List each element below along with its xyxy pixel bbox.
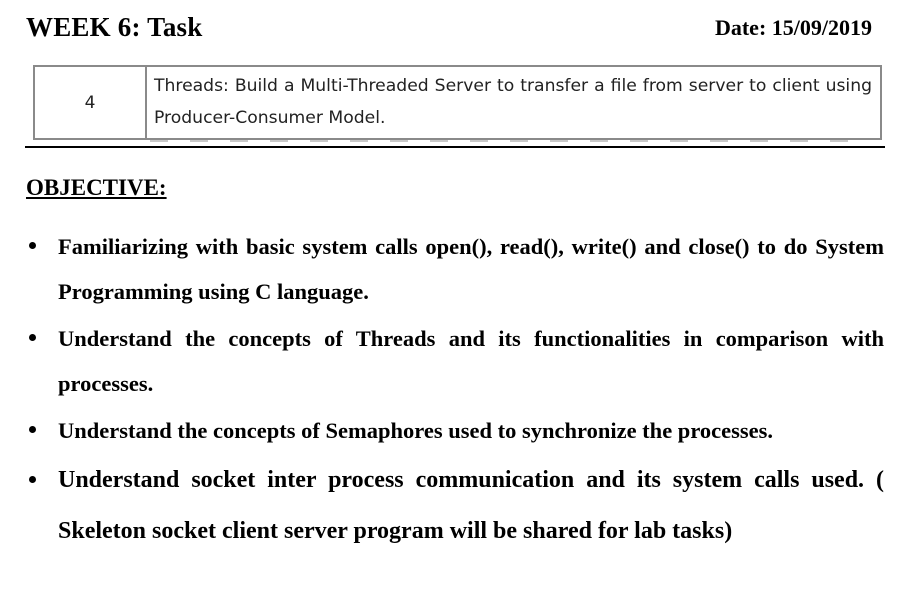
task-description-cell: Threads: Build a Multi-Threaded Server t… — [145, 65, 882, 140]
horizontal-divider — [25, 146, 885, 148]
list-item-text: Understand the concepts of Semaphores us… — [58, 418, 774, 443]
objective-list: Familiarizing with basic system calls op… — [24, 224, 884, 557]
list-item: Understand socket inter process communic… — [24, 455, 884, 557]
list-item: Understand the concepts of Threads and i… — [24, 316, 884, 406]
list-item: Understand the concepts of Semaphores us… — [24, 408, 884, 453]
table-row: 4 Threads: Build a Multi-Threaded Server… — [33, 65, 882, 140]
list-item-text: Understand socket inter process communic… — [58, 467, 884, 544]
date-label: Date: 15/09/2019 — [714, 15, 872, 40]
bullet-icon — [29, 476, 36, 483]
bullet-icon — [29, 242, 36, 249]
bullet-icon — [29, 334, 36, 341]
task-table: 4 Threads: Build a Multi-Threaded Server… — [33, 65, 882, 140]
task-number-cell: 4 — [33, 65, 147, 140]
page-title: WEEK 6: Task — [26, 12, 203, 42]
cropped-row-fragment — [150, 140, 860, 142]
list-item: Familiarizing with basic system calls op… — [24, 224, 884, 314]
bullet-icon — [29, 426, 36, 433]
list-item-text: Understand the concepts of Threads and i… — [58, 326, 884, 396]
list-item-text: Familiarizing with basic system calls op… — [58, 234, 884, 304]
objective-heading: OBJECTIVE: — [26, 175, 167, 200]
